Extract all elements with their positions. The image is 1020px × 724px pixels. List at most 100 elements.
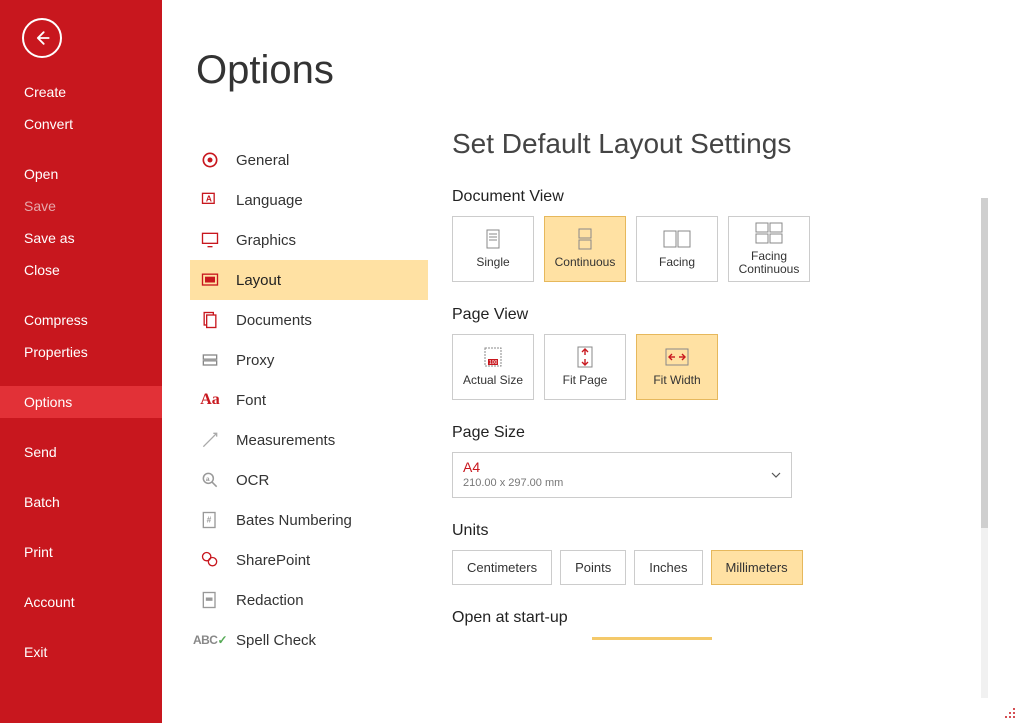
- sidebar-item-save-as[interactable]: Save as: [0, 222, 162, 254]
- sidebar-item-close[interactable]: Close: [0, 254, 162, 286]
- sidebar-item-exit[interactable]: Exit: [0, 636, 162, 668]
- svg-text:#: #: [207, 515, 212, 525]
- unit-inches[interactable]: Inches: [634, 550, 702, 585]
- spellcheck-icon: ABC✓: [198, 628, 222, 652]
- options-content: Set Default Layout Settings Document Vie…: [452, 128, 970, 723]
- section-units: Units Centimeters Points Inches Millimet…: [452, 522, 970, 585]
- opt-cat-proxy[interactable]: Proxy: [190, 340, 428, 380]
- sidebar-item-account[interactable]: Account: [0, 586, 162, 618]
- sidebar-item-print[interactable]: Print: [0, 536, 162, 568]
- tile-actual-size[interactable]: 100 Actual Size: [452, 334, 534, 400]
- opt-cat-label: OCR: [236, 472, 269, 489]
- opt-cat-label: Language: [236, 192, 303, 209]
- opt-cat-documents[interactable]: Documents: [190, 300, 428, 340]
- svg-text:a: a: [206, 476, 210, 483]
- sidebar-item-convert[interactable]: Convert: [0, 108, 162, 140]
- opt-cat-language[interactable]: A Language: [190, 180, 428, 220]
- chevron-down-icon: [771, 467, 781, 485]
- fit-width-icon: [662, 346, 692, 368]
- ruler-icon: [198, 428, 222, 452]
- section-startup: Open at start-up: [452, 609, 970, 640]
- opt-cat-bates[interactable]: # Bates Numbering: [190, 500, 428, 540]
- sidebar-item-properties[interactable]: Properties: [0, 336, 162, 368]
- opt-cat-ocr[interactable]: a OCR: [190, 460, 428, 500]
- sidebar-item-open[interactable]: Open: [0, 158, 162, 190]
- content-heading: Set Default Layout Settings: [452, 128, 970, 160]
- tile-label: Actual Size: [463, 374, 523, 387]
- opt-cat-sharepoint[interactable]: SharePoint: [190, 540, 428, 580]
- opt-cat-font[interactable]: Aa Font: [190, 380, 428, 420]
- ocr-icon: a: [198, 468, 222, 492]
- dropdown-value: A4: [463, 459, 781, 475]
- page-size-dropdown[interactable]: A4 210.00 x 297.00 mm: [452, 452, 792, 498]
- fit-page-icon: [570, 346, 600, 368]
- tile-fit-width[interactable]: Fit Width: [636, 334, 718, 400]
- opt-cat-label: Documents: [236, 312, 312, 329]
- content-scrollbar[interactable]: [981, 198, 988, 698]
- section-page-size: Page Size A4 210.00 x 297.00 mm: [452, 424, 970, 498]
- facing-continuous-icon: [754, 222, 784, 244]
- actual-size-icon: 100: [478, 346, 508, 368]
- svg-text:100: 100: [489, 360, 498, 366]
- tile-facing-continuous[interactable]: Facing Continuous: [728, 216, 810, 282]
- opt-cat-label: General: [236, 152, 289, 169]
- sidebar-item-save[interactable]: Save: [0, 190, 162, 222]
- dropdown-subtext: 210.00 x 297.00 mm: [463, 477, 781, 489]
- unit-points[interactable]: Points: [560, 550, 626, 585]
- section-label: Units: [452, 522, 970, 540]
- opt-cat-label: Spell Check: [236, 632, 316, 649]
- sidebar-item-options[interactable]: Options: [0, 386, 162, 418]
- section-label: Document View: [452, 188, 970, 206]
- unit-centimeters[interactable]: Centimeters: [452, 550, 552, 585]
- back-button[interactable]: [22, 18, 62, 58]
- language-icon: A: [198, 188, 222, 212]
- opt-cat-spellcheck[interactable]: ABC✓ Spell Check: [190, 620, 428, 660]
- scrollbar-thumb[interactable]: [981, 198, 988, 528]
- sidebar-item-batch[interactable]: Batch: [0, 486, 162, 518]
- tile-label: Continuous: [555, 256, 616, 269]
- unit-millimeters[interactable]: Millimeters: [711, 550, 803, 585]
- tile-facing[interactable]: Facing: [636, 216, 718, 282]
- startup-highlight: [592, 637, 712, 640]
- page-title: Options: [196, 48, 1020, 93]
- opt-cat-label: SharePoint: [236, 552, 310, 569]
- facing-page-icon: [662, 228, 692, 250]
- page: Options General A Language Graphics Layo…: [162, 0, 1020, 723]
- opt-cat-label: Layout: [236, 272, 281, 289]
- tile-fit-page[interactable]: Fit Page: [544, 334, 626, 400]
- documents-icon: [198, 308, 222, 332]
- opt-cat-label: Font: [236, 392, 266, 409]
- tile-label: Fit Width: [653, 374, 700, 387]
- section-label: Page View: [452, 306, 970, 324]
- sidebar-item-create[interactable]: Create: [0, 76, 162, 108]
- file-sidebar: Create Convert Open Save Save as Close C…: [0, 0, 162, 723]
- section-document-view: Document View Single Continuous Facing F…: [452, 188, 970, 282]
- section-page-view: Page View 100 Actual Size Fit Page Fit W…: [452, 306, 970, 400]
- opt-cat-label: Measurements: [236, 432, 335, 449]
- font-icon: Aa: [198, 388, 222, 412]
- svg-text:A: A: [206, 194, 212, 204]
- sidebar-item-send[interactable]: Send: [0, 436, 162, 468]
- tile-label: Fit Page: [563, 374, 608, 387]
- opt-cat-measurements[interactable]: Measurements: [190, 420, 428, 460]
- tile-continuous[interactable]: Continuous: [544, 216, 626, 282]
- opt-cat-general[interactable]: General: [190, 140, 428, 180]
- proxy-icon: [198, 348, 222, 372]
- tile-label: Facing Continuous: [729, 250, 809, 276]
- resize-grip[interactable]: [1002, 705, 1016, 719]
- redaction-icon: [198, 588, 222, 612]
- opt-cat-label: Graphics: [236, 232, 296, 249]
- sidebar-item-compress[interactable]: Compress: [0, 304, 162, 336]
- opt-cat-layout[interactable]: Layout: [190, 260, 428, 300]
- opt-cat-label: Bates Numbering: [236, 512, 352, 529]
- section-label: Open at start-up: [452, 609, 970, 627]
- opt-cat-redaction[interactable]: Redaction: [190, 580, 428, 620]
- tile-single[interactable]: Single: [452, 216, 534, 282]
- options-category-list: General A Language Graphics Layout Docum…: [190, 140, 428, 660]
- layout-icon: [198, 268, 222, 292]
- opt-cat-graphics[interactable]: Graphics: [190, 220, 428, 260]
- bates-icon: #: [198, 508, 222, 532]
- single-page-icon: [478, 228, 508, 250]
- gear-icon: [198, 148, 222, 172]
- continuous-page-icon: [570, 228, 600, 250]
